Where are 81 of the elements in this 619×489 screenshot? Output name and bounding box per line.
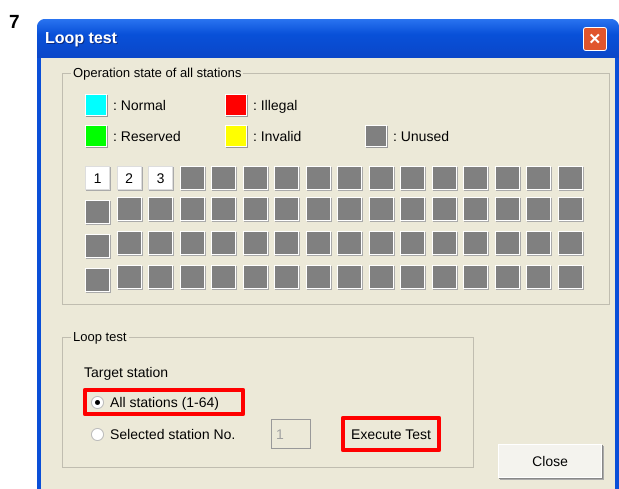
legend-label: : Invalid xyxy=(253,128,302,144)
station-cell xyxy=(211,231,236,255)
station-cell xyxy=(368,197,394,221)
station-cell xyxy=(432,197,456,221)
station-cell xyxy=(211,166,236,190)
station-cell xyxy=(400,265,425,289)
step-number: 7 xyxy=(9,12,20,34)
station-cell xyxy=(400,166,425,190)
station-cell xyxy=(400,231,425,255)
station-cell xyxy=(368,265,394,289)
station-cell xyxy=(274,166,299,190)
radio-icon[interactable] xyxy=(91,396,104,408)
legend-label: : Illegal xyxy=(253,97,298,113)
station-cell xyxy=(242,231,268,255)
station-cell xyxy=(180,231,204,255)
station-cell xyxy=(432,265,456,289)
station-cell xyxy=(116,197,142,221)
station-cell xyxy=(558,265,582,289)
station-cell xyxy=(306,265,330,289)
station-cell xyxy=(368,231,394,255)
station-cell xyxy=(85,200,110,224)
station-cell xyxy=(211,265,236,289)
station-cell xyxy=(148,197,173,221)
station-cell xyxy=(85,234,110,258)
station-cell xyxy=(400,197,425,221)
station-cell xyxy=(148,231,173,255)
station-cell xyxy=(242,166,268,190)
station-cell: 3 xyxy=(148,166,173,190)
group-title: Loop test xyxy=(71,329,128,344)
station-cell xyxy=(85,268,110,292)
station-cell xyxy=(242,265,268,289)
radio-option[interactable]: All stations (1-64) xyxy=(83,388,246,416)
station-cell xyxy=(274,197,299,221)
station-cell: 2 xyxy=(116,166,142,190)
station-cell xyxy=(526,166,551,190)
station-cell xyxy=(494,166,520,190)
station-cell xyxy=(180,166,204,190)
station-cell xyxy=(274,265,299,289)
station-cell xyxy=(180,265,204,289)
station-cell xyxy=(211,197,236,221)
station-cell xyxy=(526,197,551,221)
station-cell xyxy=(494,197,520,221)
radio-icon[interactable] xyxy=(91,428,104,440)
close-button[interactable]: Close xyxy=(498,444,602,478)
station-cell xyxy=(463,197,488,221)
station-cell xyxy=(463,231,488,255)
window-title: Loop test xyxy=(45,30,117,48)
station-cell xyxy=(274,231,299,255)
station-cell xyxy=(526,231,551,255)
station-cell xyxy=(337,265,362,289)
station-cell xyxy=(463,265,488,289)
target-label: Target station xyxy=(84,364,168,380)
station-cell xyxy=(368,166,394,190)
group-title: Operation state of all stations xyxy=(71,65,244,80)
station-cell: 1 xyxy=(85,166,110,190)
station-cell xyxy=(148,265,173,289)
station-cell xyxy=(116,265,142,289)
station-cell xyxy=(432,231,456,255)
station-cell xyxy=(526,265,551,289)
station-cell xyxy=(337,197,362,221)
station-cell xyxy=(306,197,330,221)
station-cell xyxy=(116,231,142,255)
station-cell xyxy=(337,166,362,190)
station-cell xyxy=(558,231,582,255)
station-cell xyxy=(306,166,330,190)
station-cell xyxy=(180,197,204,221)
station-cell xyxy=(306,231,330,255)
station-cell xyxy=(242,197,268,221)
legend-label: : Normal xyxy=(113,97,166,113)
close-icon[interactable]: ✕ xyxy=(583,26,607,50)
station-cell xyxy=(494,265,520,289)
station-cell xyxy=(494,231,520,255)
station-cell xyxy=(337,231,362,255)
station-cell xyxy=(558,197,582,221)
station-cell xyxy=(432,166,456,190)
station-cell xyxy=(558,166,582,190)
legend-label: : Reserved xyxy=(113,128,181,144)
execute-test-button[interactable]: Execute Test xyxy=(341,416,441,452)
station-cell xyxy=(463,166,488,190)
legend-label: : Unused xyxy=(393,128,450,144)
radio-option[interactable]: Selected station No. xyxy=(83,420,246,448)
